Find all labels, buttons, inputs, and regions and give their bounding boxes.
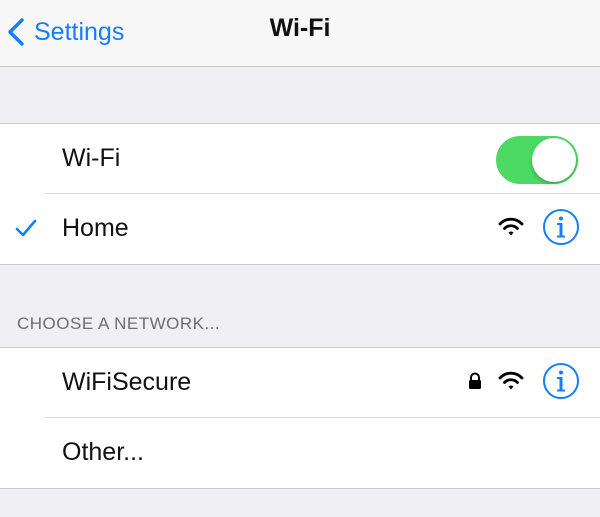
wifi-toggle-row: Wi-Fi <box>0 124 600 194</box>
network-row-wifisecure[interactable]: WiFiSecure <box>0 348 600 418</box>
info-icon[interactable] <box>542 208 580 246</box>
connected-network-row[interactable]: Home <box>0 194 600 264</box>
navigation-bar: Settings Wi-Fi <box>0 0 600 67</box>
network-name: Other... <box>62 438 144 466</box>
wifi-group: Wi-Fi Home <box>0 123 600 265</box>
toggle-knob <box>532 138 576 182</box>
network-row-other[interactable]: Other... <box>0 418 600 488</box>
network-name: WiFiSecure <box>62 368 192 396</box>
page-title: Wi-Fi <box>269 14 331 42</box>
connected-network-name: Home <box>62 214 129 242</box>
info-icon[interactable] <box>542 362 580 400</box>
checkmark-icon <box>15 219 37 237</box>
networks-group: WiFiSecure Other... <box>0 347 600 489</box>
wifi-toggle-switch[interactable] <box>496 136 578 184</box>
wifi-signal-icon <box>498 371 524 390</box>
wifi-toggle-label: Wi-Fi <box>62 144 121 172</box>
lock-icon <box>469 372 481 389</box>
section-header: CHOOSE A NETWORK... <box>17 314 221 333</box>
wifi-signal-icon <box>498 217 524 236</box>
